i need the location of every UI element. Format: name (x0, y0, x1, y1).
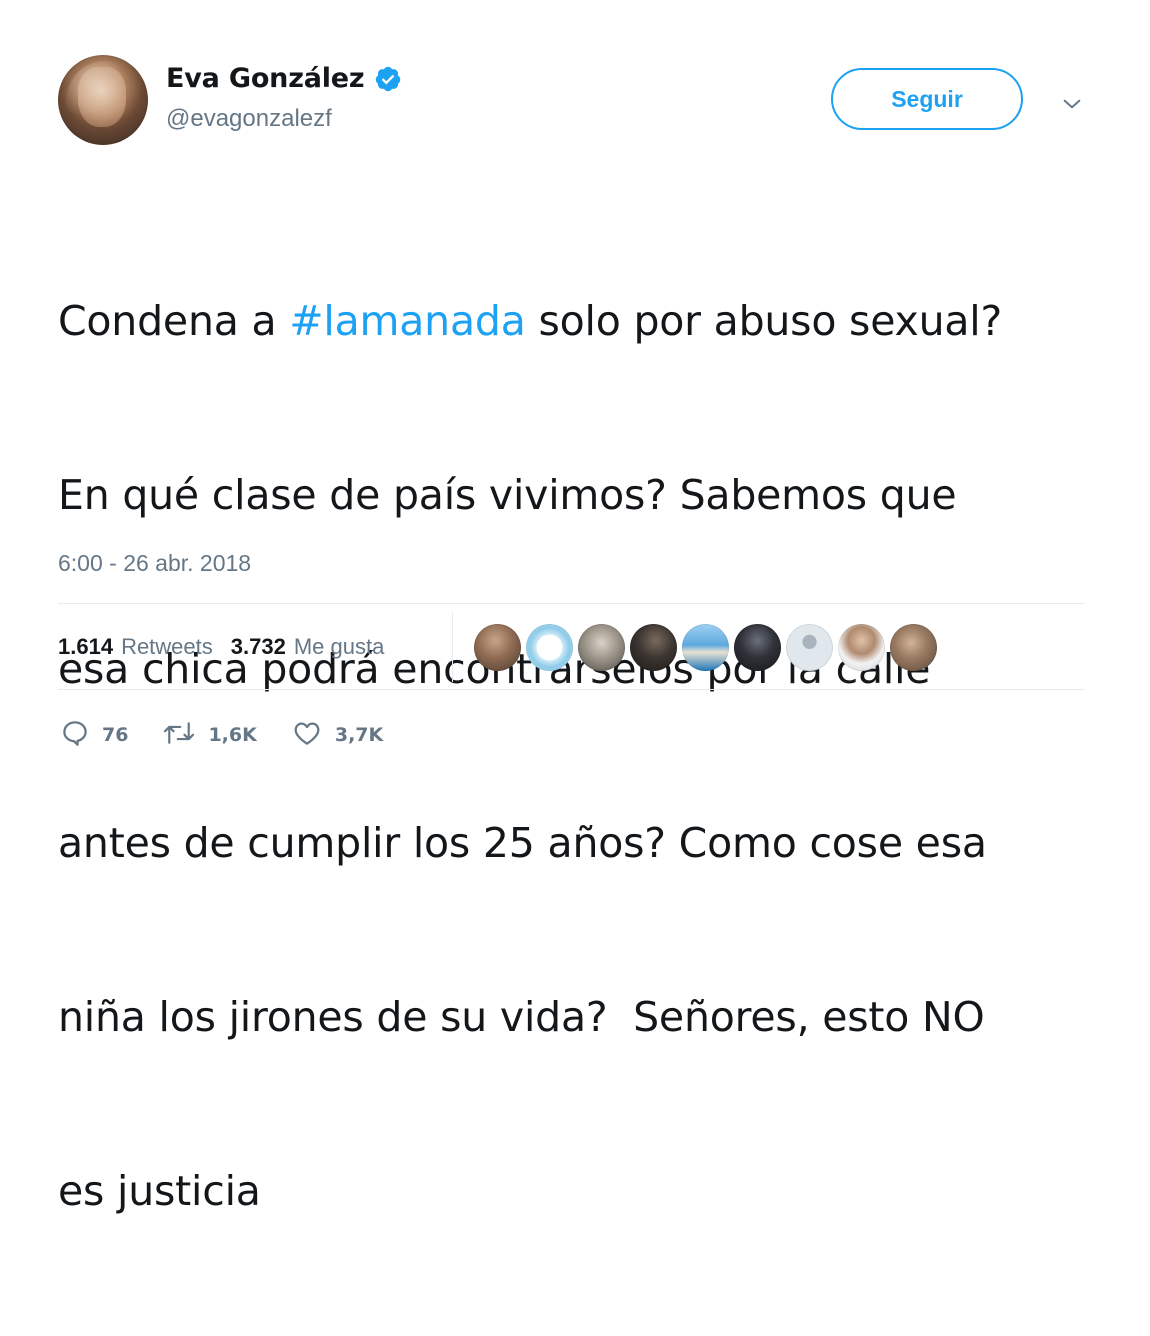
reply-count: 76 (102, 724, 129, 746)
chevron-down-icon[interactable] (1058, 90, 1086, 118)
retweets-stat[interactable]: 1.614 Retweets (58, 632, 213, 662)
liker-avatar[interactable] (786, 624, 833, 671)
liker-avatar[interactable] (526, 624, 573, 671)
avatar[interactable] (58, 55, 148, 145)
tweet-text-segment: niña los jirones de su vida? Señores, es… (58, 993, 985, 1041)
follow-button-label: Seguir (891, 85, 963, 112)
like-button[interactable]: 3,7K (291, 718, 383, 752)
tweet-line: niña los jirones de su vida? Señores, es… (58, 988, 1118, 1046)
divider (58, 689, 1085, 690)
tweet-line: En qué clase de país vivimos? Sabemos qu… (58, 466, 1118, 524)
liker-avatar[interactable] (630, 624, 677, 671)
likes-label: Me gusta (293, 634, 385, 659)
tweet-text-segment: antes de cumplir los 25 años? Como cose … (58, 819, 987, 867)
tweet-actions: 76 1,6K 3,7K (60, 718, 383, 752)
retweet-count: 1,6K (208, 724, 257, 746)
tweet-text: Condena a #lamanada solo por abuso sexua… (58, 176, 1118, 1336)
reply-icon (60, 718, 90, 752)
like-count: 3,7K (334, 724, 384, 746)
stats-separator (452, 612, 453, 682)
reply-button[interactable]: 76 (60, 718, 128, 752)
follow-button[interactable]: Seguir (831, 68, 1023, 130)
tweet-line: es justicia (58, 1162, 1118, 1220)
likers-avatars (474, 624, 937, 671)
tweet-text-segment: En qué clase de país vivimos? Sabemos qu… (58, 471, 957, 519)
tweet-line: Condena a #lamanada solo por abuso sexua… (58, 292, 1118, 350)
retweet-button[interactable]: 1,6K (162, 718, 257, 752)
likes-count: 3.732 (230, 634, 286, 659)
retweets-count: 1.614 (58, 634, 114, 659)
display-name[interactable]: Eva González (166, 58, 365, 100)
handle[interactable]: @evagonzalezf (166, 104, 402, 134)
liker-avatar[interactable] (890, 624, 937, 671)
author-block: Eva González @evagonzalezf (166, 58, 402, 134)
liker-avatar[interactable] (578, 624, 625, 671)
heart-icon (291, 718, 323, 752)
display-name-row: Eva González (166, 58, 402, 100)
likes-stat[interactable]: 3.732 Me gusta (231, 632, 385, 662)
verified-badge-icon (374, 65, 402, 93)
retweet-icon (162, 718, 196, 752)
liker-avatar[interactable] (682, 624, 729, 671)
hashtag-link[interactable]: #lamanada (289, 297, 526, 345)
tweet-line: antes de cumplir los 25 años? Como cose … (58, 814, 1118, 872)
liker-avatar[interactable] (838, 624, 885, 671)
tweet-timestamp[interactable]: 6:00 - 26 abr. 2018 (58, 548, 251, 578)
retweets-label: Retweets (121, 634, 213, 659)
liker-avatar[interactable] (734, 624, 781, 671)
tweet-text-segment: es justicia (58, 1167, 261, 1215)
divider (58, 603, 1085, 604)
tweet-text-segment: Condena a (58, 297, 290, 345)
tweet-text-segment: solo por abuso sexual? (525, 297, 1003, 345)
liker-avatar[interactable] (474, 624, 521, 671)
tweet-stats: 1.614 Retweets 3.732 Me gusta (58, 632, 384, 662)
